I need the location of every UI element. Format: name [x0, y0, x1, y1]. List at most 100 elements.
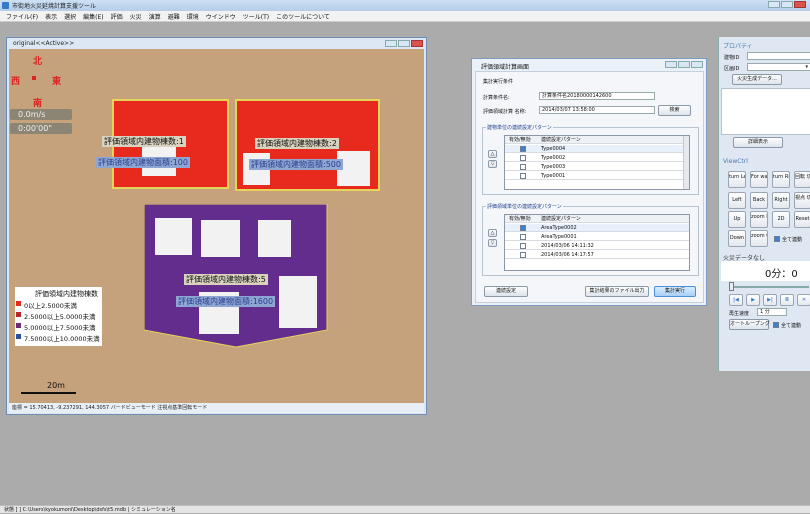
menu-tools[interactable]: ツール(T) [243, 12, 269, 21]
menu-evaluate[interactable]: 評価 [111, 12, 123, 21]
left-button[interactable]: Left [728, 192, 746, 209]
scale-bar [21, 392, 76, 394]
row-checkbox[interactable] [520, 173, 526, 179]
close-button[interactable] [794, 1, 806, 8]
dialog-maximize-button[interactable] [678, 61, 690, 68]
zoom-in-button[interactable]: zoom In [750, 211, 768, 228]
zoom-out-button[interactable]: zoom Out [750, 230, 768, 247]
row-checkbox[interactable] [520, 155, 526, 161]
row-pattern-name: 2014/03/06 14:11:32 [541, 243, 594, 249]
pattern-settings-button[interactable]: 連続設定 [484, 286, 528, 297]
block-id-select[interactable]: ▾ [747, 63, 810, 71]
area-1-area-label: 評価領域内建物面積:100 [96, 157, 190, 168]
down-button[interactable]: Down [728, 230, 746, 247]
row-checkbox[interactable] [520, 252, 526, 258]
menu-compute[interactable]: 演算 [149, 12, 161, 21]
stop-icon[interactable]: ✕ [797, 294, 810, 306]
map-canvas[interactable]: 北 西 東 南 0.0m/s 0:00'00" 評価領域内建物棟数:1 評価領域… [9, 49, 424, 404]
app-title-bar: 市街地火災延焼計算支援ツール [0, 0, 810, 11]
link-all-label-2: 全て連動 [781, 323, 802, 329]
column-header-pattern: 連続設定パターン [541, 216, 581, 222]
condition-name-label: 計算条件名: [483, 95, 510, 101]
back-button[interactable]: Back [750, 192, 768, 209]
legend-swatch [16, 312, 21, 317]
compass-west: 西 [11, 77, 21, 87]
menu-edit[interactable]: 編集(E) [83, 12, 103, 21]
move-down-button[interactable]: ▽ [488, 239, 497, 247]
table-row[interactable]: Type0001 [505, 172, 689, 180]
menu-select[interactable]: 選択 [64, 12, 76, 21]
move-down-button[interactable]: ▽ [488, 160, 497, 168]
table-row[interactable]: Type0002 [505, 154, 689, 162]
row-checkbox[interactable] [520, 225, 526, 231]
evaluation-dialog: 評価領域計算画面 集計実行条件 計算条件名: 計算条件名201800001426… [471, 58, 707, 306]
run-aggregation-button[interactable]: 集計実行 [654, 286, 696, 297]
condition-name-field[interactable]: 計算条件名20180000142600 [539, 92, 655, 100]
menu-evacuate[interactable]: 避難 [168, 12, 180, 21]
auto-loop-button[interactable]: オートループング [729, 319, 770, 330]
result-name-label: 評価領域計算 名称: [483, 109, 527, 115]
minimize-button[interactable] [768, 1, 780, 8]
export-results-button[interactable]: 集計結果のファイル出力 [585, 286, 649, 297]
menu-view[interactable]: 表示 [45, 12, 57, 21]
turn-right-button[interactable]: turn Right [772, 171, 790, 188]
row-checkbox[interactable] [520, 146, 526, 152]
row-pattern-name: Type0004 [541, 146, 566, 152]
up-button[interactable]: Up [728, 211, 746, 228]
menu-fire[interactable]: 火災 [130, 12, 142, 21]
row-checkbox[interactable] [520, 164, 526, 170]
legend-panel: 評価領域内建物棟数 0以上2.5000未満 2.5000以上5.0000未満 5… [15, 287, 102, 346]
wind-speed-readout: 0.0m/s [10, 109, 72, 120]
turn-left-button[interactable]: turn Left [728, 171, 746, 188]
dialog-minimize-button[interactable] [665, 61, 677, 68]
table-row[interactable]: AreaType0002 [505, 224, 689, 232]
legend-label: 0以上2.5000未満 [24, 302, 77, 310]
menu-file[interactable]: ファイル(F) [6, 12, 38, 21]
compass-south: 南 [33, 99, 43, 109]
link-all-checkbox-2[interactable] [773, 322, 779, 328]
area-3-area-label: 評価領域内建物面積:1600 [176, 296, 276, 307]
move-up-button[interactable]: △ [488, 150, 497, 158]
fire-data-button[interactable]: 火災生成データ... [732, 74, 782, 85]
original-minimize-button[interactable] [385, 40, 397, 47]
bottom-status-bar: 状態 [ ] C:\Users\kyokumoni\Desktop\dsfs\t… [0, 505, 810, 513]
time-slider-track[interactable] [729, 286, 809, 288]
row-checkbox[interactable] [520, 234, 526, 240]
link-all-checkbox[interactable] [774, 236, 780, 242]
pause-icon[interactable]: ll [780, 294, 794, 306]
row-checkbox[interactable] [520, 243, 526, 249]
menu-window[interactable]: ウインドウ [206, 12, 236, 21]
table-row[interactable]: AreaType0001 [505, 233, 689, 241]
original-maximize-button[interactable] [398, 40, 410, 47]
skip-forward-icon[interactable]: ▶| [763, 294, 777, 306]
row-pattern-name: Type0001 [541, 173, 566, 179]
search-button[interactable]: 検索 [658, 105, 691, 116]
skip-back-icon[interactable]: |◀ [729, 294, 743, 306]
reset-button[interactable]: Reset [794, 211, 810, 228]
rotate-toggle-button[interactable]: 回転 切替 [794, 171, 810, 188]
table-scrollbar[interactable] [683, 136, 689, 189]
viewctrl-title: ViewCtrl [723, 158, 748, 165]
original-close-button[interactable] [411, 40, 423, 47]
move-up-button[interactable]: △ [488, 229, 497, 237]
table-row[interactable]: Type0003 [505, 163, 689, 171]
right-button[interactable]: Right [772, 192, 790, 209]
dialog-close-button[interactable] [691, 61, 703, 68]
area-2-count-label: 評価領域内建物棟数:2 [255, 138, 339, 149]
menu-about[interactable]: このツールについて [276, 12, 330, 21]
maximize-button[interactable] [781, 1, 793, 8]
detail-view-button[interactable]: 詳細表示 [733, 137, 783, 148]
result-name-field[interactable]: 2014/03/07 13:58:00 [539, 106, 655, 114]
building-id-field[interactable] [747, 52, 810, 60]
table-row[interactable]: 2014/03/06 14:17:57 [505, 251, 689, 259]
time-slider-thumb[interactable] [729, 282, 734, 291]
2d-button[interactable]: 2D [772, 211, 790, 228]
table-row[interactable]: 2014/03/06 14:11:32 [505, 242, 689, 250]
legend-label: 7.5000以上10.0000未満 [24, 335, 100, 343]
speed-select[interactable]: 1 分 [757, 308, 787, 316]
table-row[interactable]: Type0004 [505, 145, 689, 153]
play-icon[interactable]: ▶ [746, 294, 760, 306]
menu-environment[interactable]: 環境 [187, 12, 199, 21]
forward-button[interactable]: For ward [750, 171, 768, 188]
viewpoint-toggle-button[interactable]: 視点 切替 [794, 192, 810, 209]
